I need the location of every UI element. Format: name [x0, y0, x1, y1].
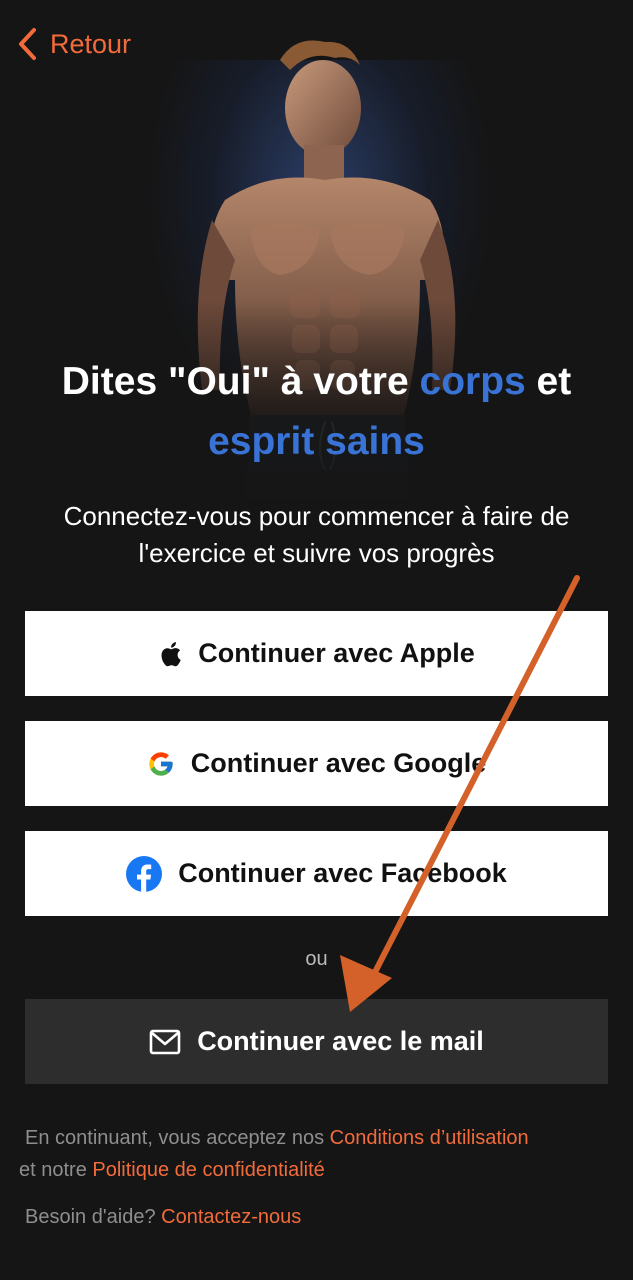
continue-with-google-button[interactable]: Continuer avec Google [25, 721, 608, 806]
legal-notice: En continuant, vous acceptez nos Conditi… [19, 1122, 615, 1186]
google-logo-icon [147, 750, 175, 778]
continue-with-apple-button[interactable]: Continuer avec Apple [25, 611, 608, 696]
terms-link[interactable]: Conditions d’utilisation [330, 1127, 529, 1149]
page-title: Dites "Oui" à votre corps et esprit sain… [0, 352, 633, 472]
continue-with-mail-button[interactable]: Continuer avec le mail [25, 999, 608, 1084]
help-prefix: Besoin d'aide? [25, 1206, 162, 1228]
google-button-label: Continuer avec Google [190, 748, 487, 778]
title-part-2: et [525, 360, 572, 403]
back-label: Retour [50, 28, 132, 59]
facebook-button-label: Continuer avec Facebook [178, 858, 507, 888]
continue-with-facebook-button[interactable]: Continuer avec Facebook [25, 831, 608, 916]
title-part-1: Dites "Oui" à votre [61, 360, 420, 403]
envelope-icon [149, 1029, 181, 1055]
help-line: Besoin d'aide? Contactez-nous [25, 1201, 301, 1233]
or-separator: ou [305, 948, 328, 970]
mail-button-label: Continuer avec le mail [197, 1026, 484, 1056]
title-accent-2: esprit sains [208, 420, 425, 463]
login-screen: Retour Dites "Oui" à votre corps et espr… [0, 0, 633, 1280]
title-accent-1: corps [419, 360, 526, 403]
contact-link[interactable]: Contactez-nous [161, 1206, 301, 1228]
subtitle: Connectez-vous pour commencer à faire de… [63, 501, 570, 568]
legal-middle: et notre [19, 1159, 93, 1181]
chevron-left-icon [19, 28, 36, 60]
apple-logo-icon [158, 640, 182, 668]
facebook-logo-icon [126, 855, 163, 892]
legal-prefix: En continuant, vous acceptez nos [25, 1127, 330, 1149]
apple-button-label: Continuer avec Apple [198, 638, 475, 668]
back-button[interactable]: Retour [16, 26, 131, 62]
privacy-link[interactable]: Politique de confidentialité [92, 1159, 324, 1181]
